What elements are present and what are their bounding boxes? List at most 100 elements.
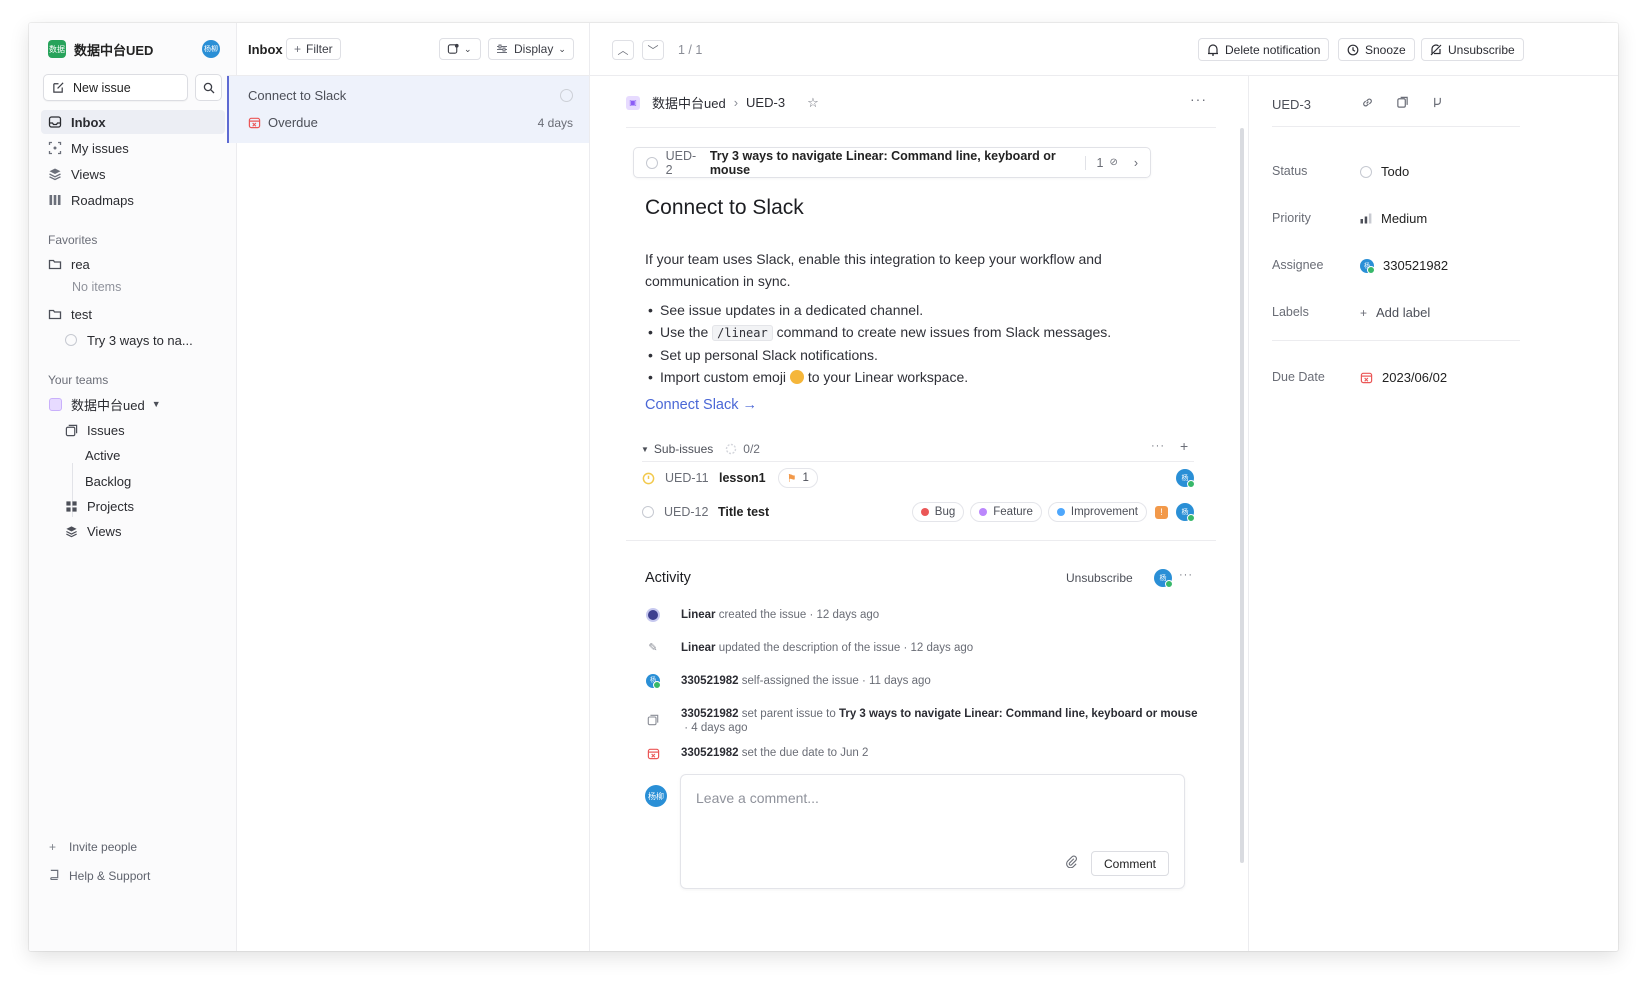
inbox-notification-row[interactable]: Connect to Slack Overdue 4 days: [227, 76, 589, 143]
label-feature[interactable]: Feature: [970, 502, 1042, 522]
sidebar-item-roadmaps[interactable]: Roadmaps: [41, 188, 225, 212]
todo-status-icon: [642, 506, 654, 518]
sub-issues-more-icon[interactable]: ···: [1151, 440, 1165, 452]
issue-detail: ︿ ﹀ 1 / 1 Delete notification Snooze Uns…: [590, 23, 1618, 951]
inbox-options-button[interactable]: ⌄: [439, 38, 481, 60]
connect-slack-link[interactable]: Connect Slack →: [645, 397, 757, 413]
map-icon: [47, 192, 63, 208]
comment-editor[interactable]: Leave a comment... Comment: [680, 774, 1185, 889]
team-item-issues[interactable]: Issues: [57, 418, 225, 442]
book-icon: [49, 869, 63, 883]
in-progress-icon: [642, 472, 655, 484]
filter-label: Filter: [306, 42, 333, 56]
team-item-projects[interactable]: Projects: [57, 494, 225, 518]
list-item: Set up personal Slack notifications.: [648, 344, 1180, 366]
user-avatar[interactable]: 杨柳: [202, 40, 220, 58]
flag-count: 1: [802, 472, 809, 484]
label-improvement[interactable]: Improvement: [1047, 502, 1147, 522]
activity-more-icon[interactable]: ···: [1179, 569, 1193, 581]
search-button[interactable]: [195, 74, 222, 101]
caret-down-icon: ▼: [151, 399, 161, 409]
scrollbar[interactable]: [1240, 128, 1244, 863]
team-item[interactable]: 数据中台ued ▼: [41, 392, 225, 416]
list-item: See issue updates in a dedicated channel…: [648, 299, 1180, 321]
add-sub-issue-icon[interactable]: +: [1180, 438, 1188, 454]
snooze-button[interactable]: Snooze: [1338, 38, 1415, 61]
next-button[interactable]: ﹀: [642, 40, 664, 60]
workspace-switcher[interactable]: 数据 数据中台UED 杨柳: [48, 39, 220, 59]
issue-description[interactable]: If your team uses Slack, enable this int…: [645, 248, 1165, 292]
sidebar-item-views[interactable]: Views: [41, 162, 225, 186]
sub-issues-progress: 0/2: [725, 442, 760, 456]
copy-id-icon[interactable]: [1396, 96, 1409, 112]
comment-button[interactable]: Comment: [1090, 851, 1169, 876]
add-label-button[interactable]: + Add label: [1360, 305, 1430, 320]
link-icon[interactable]: [1361, 96, 1374, 112]
grid-icon: [63, 498, 79, 514]
sub-issue-id: UED-11: [665, 471, 709, 485]
assignee-value[interactable]: 杨 330521982: [1360, 258, 1448, 274]
detail-toolbar: ︿ ﹀ 1 / 1 Delete notification Snooze Uns…: [590, 23, 1618, 76]
assignee-avatar[interactable]: 杨: [1176, 503, 1195, 522]
previous-button[interactable]: ︿: [612, 40, 634, 60]
caret-down-icon: ▼: [641, 444, 649, 454]
pencil-icon: ✎: [648, 642, 658, 654]
branch-icon[interactable]: [1431, 96, 1444, 112]
parent-sub-count: 1 ⊘ ›: [1085, 155, 1138, 170]
team-item-backlog[interactable]: Backlog: [79, 469, 225, 493]
display-button[interactable]: Display ⌄: [488, 38, 574, 60]
status-value[interactable]: Todo: [1360, 164, 1409, 179]
filter-button[interactable]: + Filter: [286, 38, 341, 60]
delete-notification-button[interactable]: Delete notification: [1198, 38, 1330, 61]
priority-bars-icon: [1360, 213, 1372, 224]
sidebar-item-label: Roadmaps: [71, 192, 134, 208]
assignee-avatar[interactable]: 杨: [1176, 469, 1195, 488]
new-issue-label: New issue: [73, 80, 131, 95]
subscriber-avatar[interactable]: 杨: [1154, 569, 1173, 588]
chevron-down-icon: ⌄: [464, 43, 472, 54]
todo-status-icon: [65, 334, 77, 346]
sub-issue-row[interactable]: UED-12 Title test Bug Feature Improvemen…: [642, 496, 1195, 528]
favorite-label: test: [71, 306, 92, 322]
issue-title[interactable]: Connect to Slack: [645, 196, 804, 220]
help-support-button[interactable]: Help & Support: [49, 869, 150, 883]
sub-issues-label: Sub-issues: [653, 442, 714, 456]
favorite-folder-rea[interactable]: rea: [41, 252, 225, 276]
due-date-value[interactable]: 2023/06/02: [1360, 370, 1447, 385]
priority-value[interactable]: Medium: [1360, 211, 1427, 226]
activity-unsubscribe-button[interactable]: Unsubscribe: [1066, 571, 1133, 585]
progress-ring-icon: [726, 443, 737, 455]
favorite-folder-test[interactable]: test: [41, 302, 225, 326]
todo-status-icon: [1360, 165, 1372, 178]
team-item-views[interactable]: Views: [57, 519, 225, 543]
bell-off-icon: [1430, 43, 1442, 55]
parent-issue-icon: [645, 712, 661, 728]
parent-issue-chip[interactable]: UED-2 Try 3 ways to navigate Linear: Com…: [633, 147, 1151, 178]
unsubscribe-label: Unsubscribe: [1448, 42, 1515, 57]
calendar-overdue-icon: [248, 117, 261, 129]
team-item-active[interactable]: Active: [79, 443, 225, 467]
todo-status-icon: [646, 156, 658, 169]
status-label: Status: [1272, 164, 1308, 178]
label-bug[interactable]: Bug: [911, 502, 965, 522]
breadcrumb-issue-id[interactable]: UED-3: [746, 95, 785, 110]
sidebar-item-inbox[interactable]: Inbox: [41, 110, 225, 134]
sub-issues-header[interactable]: ▼ Sub-issues 0/2: [641, 442, 760, 456]
sidebar-item-label: My issues: [71, 140, 129, 156]
breadcrumb-team[interactable]: 数据中台ued: [652, 93, 726, 112]
favorite-label: rea: [71, 256, 90, 272]
unsubscribe-button[interactable]: Unsubscribe: [1421, 38, 1524, 61]
workspace-logo: 数据: [48, 40, 66, 58]
invite-people-button[interactable]: + Invite people: [49, 840, 137, 854]
sub-issue-row[interactable]: UED-11 lesson1 ⚑ 1 杨: [642, 462, 1195, 494]
activity-heading: Activity: [645, 570, 691, 586]
paperclip-icon[interactable]: [1065, 855, 1078, 871]
star-icon[interactable]: ☆: [807, 95, 819, 111]
favorite-issue-item[interactable]: Try 3 ways to na...: [59, 328, 225, 352]
new-issue-button[interactable]: New issue: [43, 74, 188, 101]
favorite-issue-label: Try 3 ways to na...: [87, 332, 193, 348]
urgent-priority-icon[interactable]: !: [1155, 505, 1168, 519]
sidebar-item-my-issues[interactable]: My issues: [41, 136, 225, 160]
issue-more-menu-icon[interactable]: ···: [1190, 91, 1207, 107]
favorite-empty-text: No items: [72, 280, 122, 294]
